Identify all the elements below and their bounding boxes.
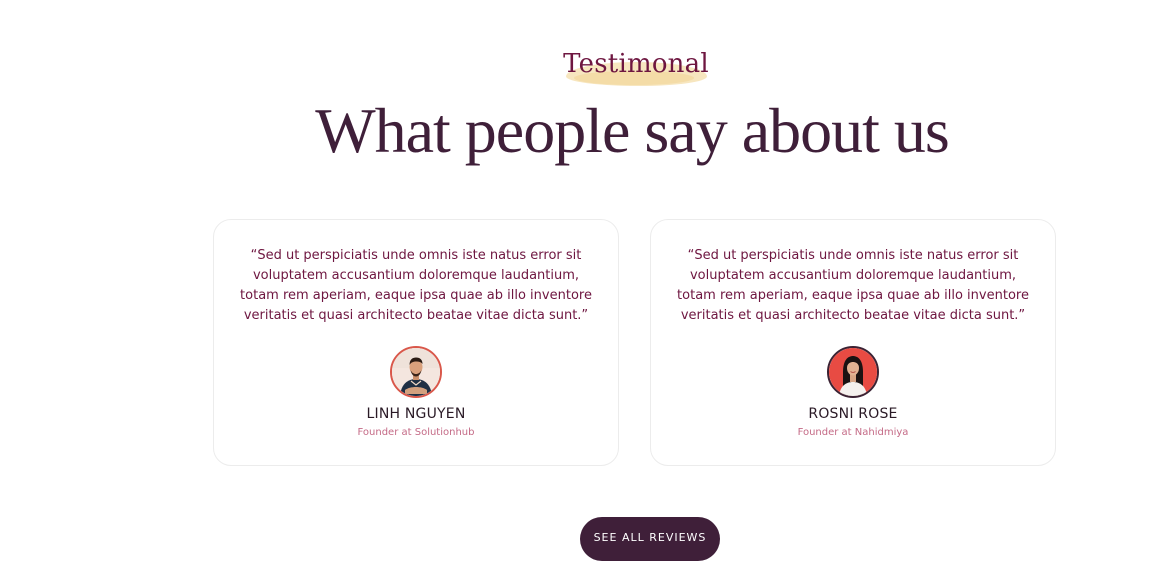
- avatar-portrait-female: [829, 348, 877, 396]
- avatar-portrait-male: [392, 348, 440, 396]
- testimonial-role: Founder at Nahidmiya: [797, 427, 909, 438]
- testimonial-quote: “Sed ut perspiciatis unde omnis iste nat…: [240, 248, 592, 323]
- section-eyebrow: Testimonal: [563, 49, 709, 79]
- see-all-reviews-button[interactable]: SEE ALL REVIEWS: [580, 517, 720, 561]
- testimonial-card: “Sed ut perspiciatis unde omnis iste nat…: [650, 219, 1056, 466]
- testimonial-role: Founder at Solutionhub: [357, 427, 475, 438]
- testimonial-quote: “Sed ut perspiciatis unde omnis iste nat…: [677, 248, 1029, 323]
- avatar: [827, 346, 879, 398]
- section-heading: What people say about us: [315, 95, 950, 166]
- testimonial-name: LINH NGUYEN: [366, 406, 466, 422]
- testimonial-name: ROSNI ROSE: [808, 406, 898, 422]
- testimonials-section: Testimonal What people say about us “Sed…: [0, 0, 1159, 561]
- avatar: [390, 346, 442, 398]
- testimonial-card: “Sed ut perspiciatis unde omnis iste nat…: [213, 219, 619, 466]
